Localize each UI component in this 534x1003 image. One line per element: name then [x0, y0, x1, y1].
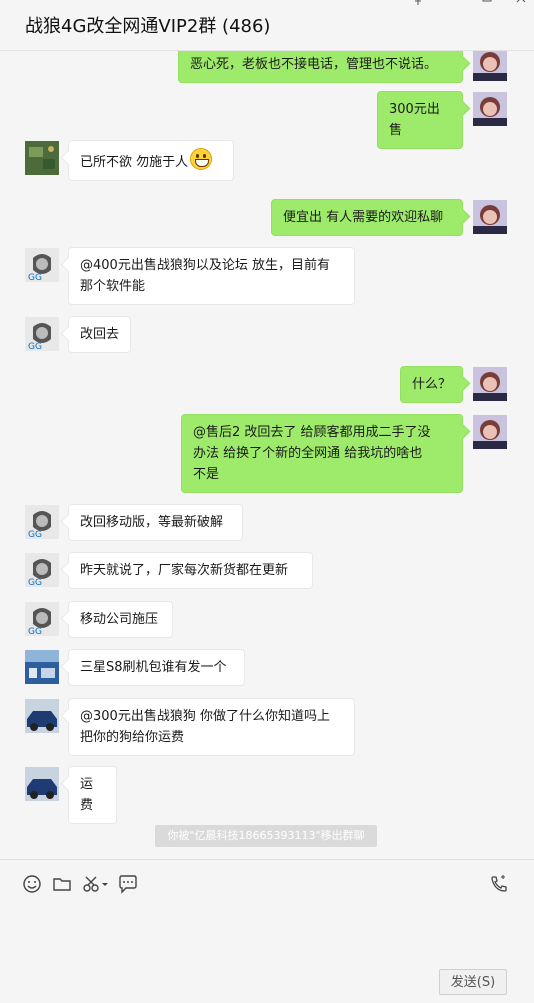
message-bubble[interactable]: @400元出售战狼狗以及论坛 放生，目前有 那个软件能: [68, 247, 355, 305]
chat-title: 战狼4G改全网通VIP2群 (486): [25, 16, 271, 37]
message-bubble[interactable]: @300元出售战狼狗 你做了什么你知道吗上 把你的狗给你运费: [68, 698, 355, 756]
message-bubble[interactable]: 300元出售: [377, 91, 463, 149]
avatar-sketch[interactable]: GG: [25, 505, 59, 539]
avatar-self[interactable]: [473, 415, 507, 449]
message-bubble[interactable]: 便宜出 有人需要的欢迎私聊: [271, 199, 463, 236]
minimize-icon[interactable]: [447, 0, 459, 9]
chat-bubble-icon[interactable]: [118, 874, 140, 896]
message-bubble[interactable]: 改回去: [68, 316, 131, 353]
message-bubble[interactable]: 三星S8刷机包谁有发一个: [68, 649, 245, 686]
send-button[interactable]: 发送(S): [439, 969, 507, 995]
svg-text:GG: GG: [28, 530, 42, 539]
message-bubble[interactable]: 改回移动版，等最新破解: [68, 504, 243, 541]
avatar-game[interactable]: [25, 141, 59, 175]
emoji-icon[interactable]: [22, 874, 44, 896]
svg-text:GG: GG: [28, 273, 42, 282]
message-text: 已所不欲 勿施于人: [80, 155, 189, 170]
pin-icon[interactable]: [412, 0, 424, 9]
avatar-sketch[interactable]: GG: [25, 317, 59, 351]
system-notice: 你被"亿晨科技18665393113"移出群聊: [155, 825, 377, 847]
avatar-sketch[interactable]: GG: [25, 248, 59, 282]
avatar-self[interactable]: [473, 51, 507, 81]
folder-icon[interactable]: [52, 874, 74, 896]
avatar-store[interactable]: [25, 650, 59, 684]
svg-text:GG: GG: [28, 342, 42, 351]
avatar-car[interactable]: [25, 699, 59, 733]
composer: 发送(S): [0, 859, 534, 1003]
message-bubble[interactable]: @售后2 改回去了 给顾客都用成二手了没 办法 给换了个新的全网通 给我坑的啥也…: [181, 414, 463, 493]
avatar-self[interactable]: [473, 92, 507, 126]
avatar-self[interactable]: [473, 200, 507, 234]
scissors-icon[interactable]: [82, 874, 110, 896]
message-list[interactable]: 恶心死，老板也不接电话，管理也不说话。 300元出售 已所不欲 勿施于人 便宜出…: [0, 51, 534, 859]
avatar-sketch[interactable]: GG: [25, 553, 59, 587]
close-icon[interactable]: [515, 0, 527, 9]
grin-emoji-icon: [190, 148, 213, 170]
maximize-icon[interactable]: [481, 0, 493, 9]
svg-text:GG: GG: [28, 578, 42, 587]
svg-text:GG: GG: [28, 627, 42, 636]
message-bubble[interactable]: 已所不欲 勿施于人: [68, 140, 234, 181]
message-bubble[interactable]: 什么？: [400, 366, 463, 403]
title-bar: 战狼4G改全网通VIP2群 (486): [0, 0, 534, 51]
avatar-self[interactable]: [473, 367, 507, 401]
message-bubble[interactable]: 运费: [68, 766, 117, 824]
avatar-sketch[interactable]: GG: [25, 602, 59, 636]
message-bubble[interactable]: 恶心死，老板也不接电话，管理也不说话。: [178, 51, 463, 83]
message-bubble[interactable]: 移动公司施压: [68, 601, 173, 638]
message-bubble[interactable]: 昨天就说了，厂家每次新货都在更新: [68, 552, 313, 589]
phone-icon[interactable]: [489, 874, 511, 896]
avatar-car[interactable]: [25, 767, 59, 801]
message-input[interactable]: [20, 905, 514, 963]
